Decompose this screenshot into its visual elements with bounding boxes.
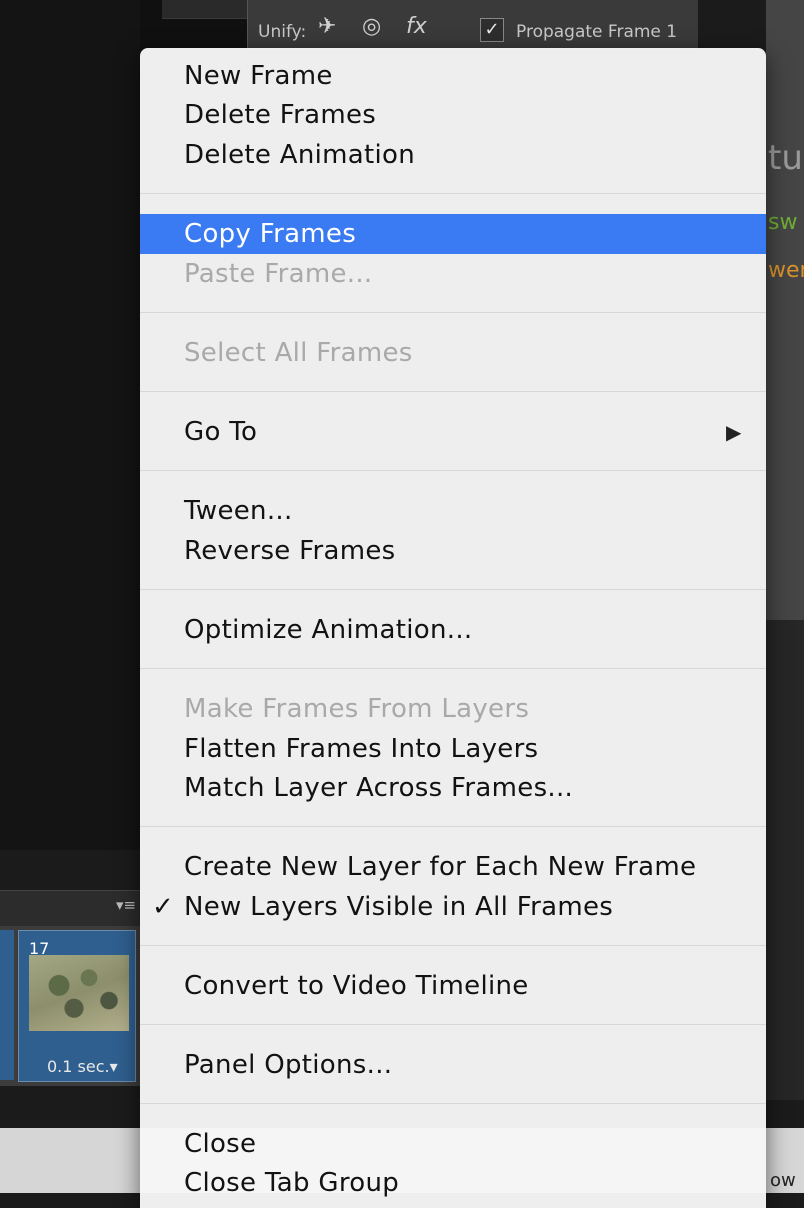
menu-item-new-layers-visible-label: New Layers Visible in All Frames xyxy=(184,892,614,922)
menu-item-match-layer-across-frames[interactable]: Match Layer Across Frames... xyxy=(140,768,766,808)
menu-item-go-to-label: Go To xyxy=(184,417,258,447)
animation-panel-context-menu: New Frame Delete Frames Delete Animation… xyxy=(140,48,766,1208)
right-panel-status-orange: wer xyxy=(768,258,804,283)
menu-item-new-layers-visible[interactable]: ✓ New Layers Visible in All Frames xyxy=(140,887,766,927)
frame-delay-dropdown[interactable]: 0.1 sec.▾ xyxy=(47,1057,118,1076)
menu-separator xyxy=(140,1024,766,1025)
frame-thumbnail-previous[interactable] xyxy=(0,930,14,1080)
visibility-link-icon[interactable]: ◎ xyxy=(362,14,381,39)
menu-separator xyxy=(140,470,766,471)
menu-separator xyxy=(140,193,766,194)
menu-item-tween[interactable]: Tween... xyxy=(140,491,766,531)
menu-item-delete-frames[interactable]: Delete Frames xyxy=(140,95,766,135)
menu-separator xyxy=(140,826,766,827)
menu-item-copy-frames[interactable]: Copy Frames xyxy=(140,214,766,254)
menu-separator xyxy=(140,1103,766,1104)
layers-unify-toolbar: Unify: ✈ ◎ fx ✓ Propagate Frame 1 xyxy=(247,0,698,50)
menu-separator xyxy=(140,312,766,313)
menu-item-paste-frame: Paste Frame... xyxy=(184,259,373,289)
menu-item-optimize-animation[interactable]: Optimize Animation... xyxy=(140,610,766,650)
menu-item-make-frames-from-layers: Make Frames From Layers xyxy=(184,694,530,724)
bottom-bar-text: ow xyxy=(770,1170,796,1191)
menu-item-create-new-layer-each-frame[interactable]: Create New Layer for Each New Frame xyxy=(140,847,766,887)
menu-separator xyxy=(140,668,766,669)
panel-tab-strip xyxy=(162,0,247,19)
chevron-down-icon: ▾ xyxy=(109,1057,118,1076)
right-panel xyxy=(766,0,804,620)
submenu-arrow-icon: ▶ xyxy=(726,420,742,444)
checkmark-icon: ✓ xyxy=(152,892,175,922)
menu-item-close[interactable]: Close xyxy=(140,1124,766,1164)
menu-separator xyxy=(140,945,766,946)
position-link-icon[interactable]: ✈ xyxy=(318,14,336,39)
menu-item-panel-options[interactable]: Panel Options... xyxy=(140,1045,766,1085)
unify-label: Unify: xyxy=(258,22,307,42)
frame-delay-label: 0.1 sec. xyxy=(47,1057,110,1076)
propagate-frame-label: Propagate Frame 1 xyxy=(516,22,678,42)
canvas-area xyxy=(0,0,140,850)
menu-item-close-tab-group[interactable]: Close Tab Group xyxy=(140,1163,766,1203)
menu-separator xyxy=(140,589,766,590)
propagate-frame-checkbox[interactable]: ✓ xyxy=(480,18,504,42)
right-panel-status-green: sw xyxy=(768,210,798,235)
menu-item-new-frame[interactable]: New Frame xyxy=(140,56,766,96)
menu-item-select-all-frames: Select All Frames xyxy=(184,338,413,368)
style-link-icon[interactable]: fx xyxy=(406,14,427,39)
panel-menu-icon[interactable]: ▾≡ xyxy=(116,896,136,914)
right-panel-title: tus xyxy=(768,138,804,178)
menu-separator xyxy=(140,391,766,392)
menu-item-reverse-frames[interactable]: Reverse Frames xyxy=(140,531,766,571)
menu-item-delete-animation[interactable]: Delete Animation xyxy=(140,135,766,175)
right-panel-lower xyxy=(766,620,804,1100)
menu-item-go-to[interactable]: Go To ▶ xyxy=(140,412,766,452)
menu-item-convert-to-video-timeline[interactable]: Convert to Video Timeline xyxy=(140,966,766,1006)
frame-thumbnail[interactable]: 17 0.1 sec.▾ xyxy=(18,930,136,1082)
frame-preview-image xyxy=(29,955,129,1031)
menu-item-flatten-frames-into-layers[interactable]: Flatten Frames Into Layers xyxy=(140,729,766,769)
